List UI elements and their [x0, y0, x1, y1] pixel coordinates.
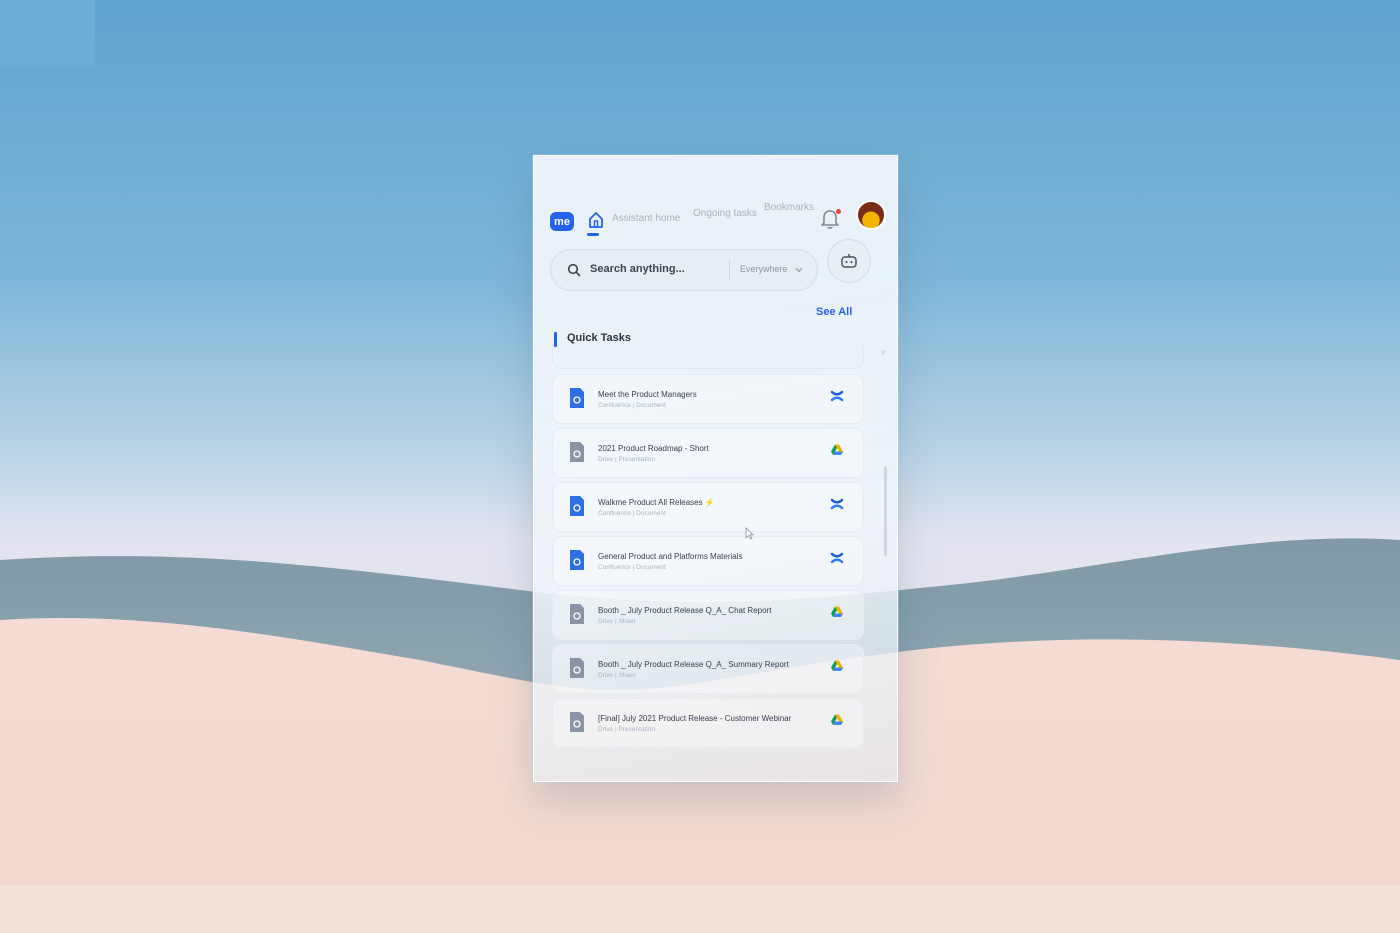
app-logo[interactable]: me	[550, 212, 574, 231]
google-drive-icon	[831, 660, 843, 671]
notification-badge	[836, 209, 841, 214]
list-item-title: Booth _ July Product Release Q_A_ Chat R…	[598, 606, 772, 615]
active-tab-indicator	[587, 233, 599, 236]
document-icon	[570, 658, 584, 678]
list-item[interactable]: General Product and Platforms Materials C…	[552, 536, 864, 586]
list-item-subtitle: Confluence | Document	[598, 510, 666, 517]
list-item-title: Booth _ July Product Release Q_A_ Summar…	[598, 660, 789, 669]
list-item-title: [Final] July 2021 Product Release - Cust…	[598, 714, 792, 723]
list-item[interactable]: 2021 Product Roadmap - Short Drive | Pres…	[552, 428, 864, 478]
document-icon	[570, 550, 584, 570]
home-icon[interactable]	[587, 210, 605, 230]
list-item-subtitle: Drive | Presentation	[598, 456, 655, 463]
document-icon	[570, 496, 584, 516]
search-icon	[567, 263, 581, 277]
document-icon	[570, 604, 584, 624]
list-item[interactable]: Booth _ July Product Release Q_A_ Summar…	[552, 644, 864, 694]
section-marker	[554, 332, 557, 347]
confluence-icon	[830, 498, 844, 510]
confluence-icon	[830, 552, 844, 564]
search-divider	[729, 259, 730, 281]
chevron-down-icon[interactable]	[795, 267, 803, 273]
google-drive-icon	[831, 714, 843, 725]
list-item[interactable]: Booth _ July Product Release Q_A_ Chat R…	[552, 590, 864, 640]
assistant-bot-button[interactable]	[828, 240, 870, 282]
section-title: Quick Tasks	[567, 332, 631, 344]
list-item-subtitle: Confluence | Document	[598, 564, 666, 571]
scrollbar-track[interactable]	[884, 356, 887, 756]
confluence-icon	[830, 390, 844, 402]
nav-ongoing-tasks[interactable]: Ongoing tasks	[693, 208, 757, 219]
list-item[interactable]: Walkme Product All Releases ⚡ Confluence …	[552, 482, 864, 532]
list-item-subtitle: Drive | Sheet	[598, 672, 636, 679]
search-input[interactable]: Search anything...	[590, 263, 685, 275]
list-item-title: Meet the Product Managers	[598, 390, 697, 399]
list-item-subtitle: Confluence | Document	[598, 402, 666, 409]
avatar[interactable]	[856, 200, 886, 230]
list-item-title: 2021 Product Roadmap - Short	[598, 444, 709, 453]
list-item-partial	[552, 346, 864, 369]
search-scope-select[interactable]: Everywhere	[740, 264, 788, 274]
list-item-title: Walkme Product All Releases ⚡	[598, 498, 715, 507]
list-item-subtitle: Drive | Presentation	[598, 726, 655, 733]
google-drive-icon	[831, 606, 843, 617]
list-item[interactable]: [Final] July 2021 Product Release - Cust…	[552, 698, 864, 748]
document-icon	[570, 712, 584, 732]
top-bar: me Assistant home Ongoing tasks Bookmark…	[550, 186, 886, 236]
google-drive-icon	[831, 444, 843, 455]
scrollbar-thumb[interactable]	[884, 466, 887, 556]
nav-assistant-home[interactable]: Assistant home	[612, 213, 680, 224]
mouse-cursor-icon	[745, 527, 754, 540]
list-item-subtitle: Drive | Sheet	[598, 618, 636, 625]
list-item-title: General Product and Platforms Materials	[598, 552, 743, 561]
see-all-link[interactable]: See All	[816, 306, 852, 318]
nav-bookmarks[interactable]: Bookmarks	[764, 202, 814, 213]
search-bar[interactable]: Search anything... Everywhere	[550, 249, 818, 291]
document-icon	[570, 388, 584, 408]
bot-icon	[841, 254, 857, 268]
list-item[interactable]: Meet the Product Managers Confluence | Do…	[552, 374, 864, 424]
document-icon	[570, 442, 584, 462]
assistant-panel: me Assistant home Ongoing tasks Bookmark…	[533, 155, 898, 782]
